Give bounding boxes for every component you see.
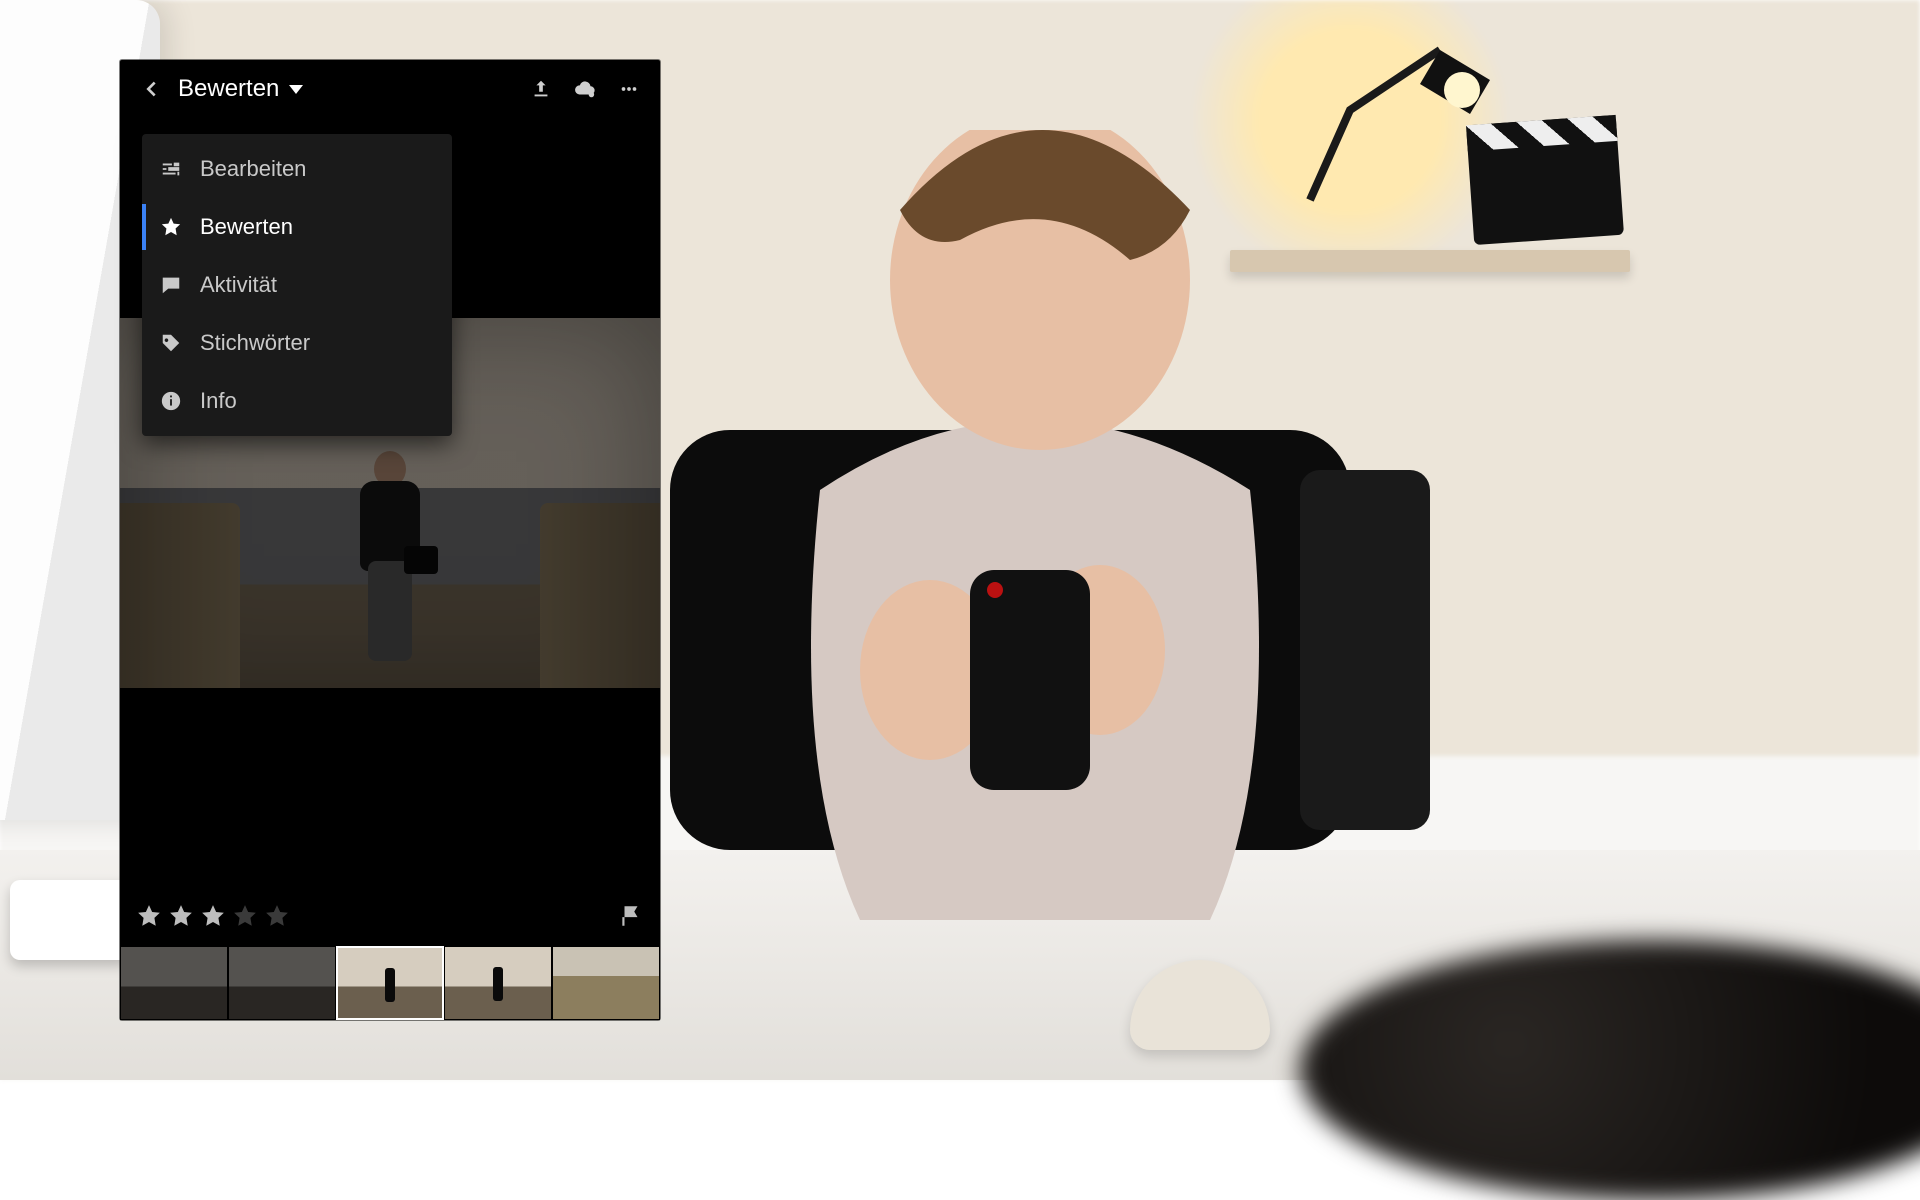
chevron-left-icon [140,78,162,100]
star-5[interactable] [264,903,290,934]
share-icon [530,78,552,100]
power-adapter [10,880,130,960]
filmstrip[interactable] [120,946,660,1020]
star-3[interactable] [200,903,226,934]
mode-label: Bewerten [178,75,279,103]
thumb-2[interactable] [228,946,336,1020]
menu-item-label: Bearbeiten [200,156,306,182]
back-button[interactable] [134,72,168,106]
mode-dropdown[interactable]: Bewerten [178,75,303,103]
menu-item-label: Bewerten [200,214,293,240]
star-1[interactable] [136,903,162,934]
lightroom-mobile-panel: Bewerten Bearbeiten Bewerten [120,60,660,1020]
sliders-icon [160,158,182,180]
person-holding-phone [720,130,1340,950]
tag-icon [160,332,182,354]
thumb-1[interactable] [120,946,228,1020]
more-button[interactable] [612,72,646,106]
star-2[interactable] [168,903,194,934]
share-button[interactable] [524,72,558,106]
more-icon [618,78,640,100]
rating-bar [120,890,660,946]
menu-item-info[interactable]: Info [142,372,452,430]
menu-item-label: Stichwörter [200,330,310,356]
app-topbar: Bewerten [120,60,660,118]
star-icon [160,216,182,238]
cloud-sync-button[interactable] [568,72,602,106]
mode-menu: Bearbeiten Bewerten Aktivität Stichwörte… [142,134,452,436]
menu-item-keywords[interactable]: Stichwörter [142,314,452,372]
menu-item-edit[interactable]: Bearbeiten [142,140,452,198]
film-clapperboard [1466,115,1624,245]
star-4[interactable] [232,903,258,934]
menu-item-rate[interactable]: Bewerten [142,198,452,256]
caret-down-icon [289,85,303,94]
thumb-4[interactable] [444,946,552,1020]
thumb-3[interactable] [336,946,444,1020]
info-icon [160,390,182,412]
comment-icon [160,274,182,296]
flag-icon [618,903,644,929]
flag-toggle[interactable] [618,903,644,934]
menu-item-label: Info [200,388,237,414]
cloud-sync-icon [574,78,596,100]
menu-item-activity[interactable]: Aktivität [142,256,452,314]
thumb-5[interactable] [552,946,660,1020]
menu-item-label: Aktivität [200,272,277,298]
